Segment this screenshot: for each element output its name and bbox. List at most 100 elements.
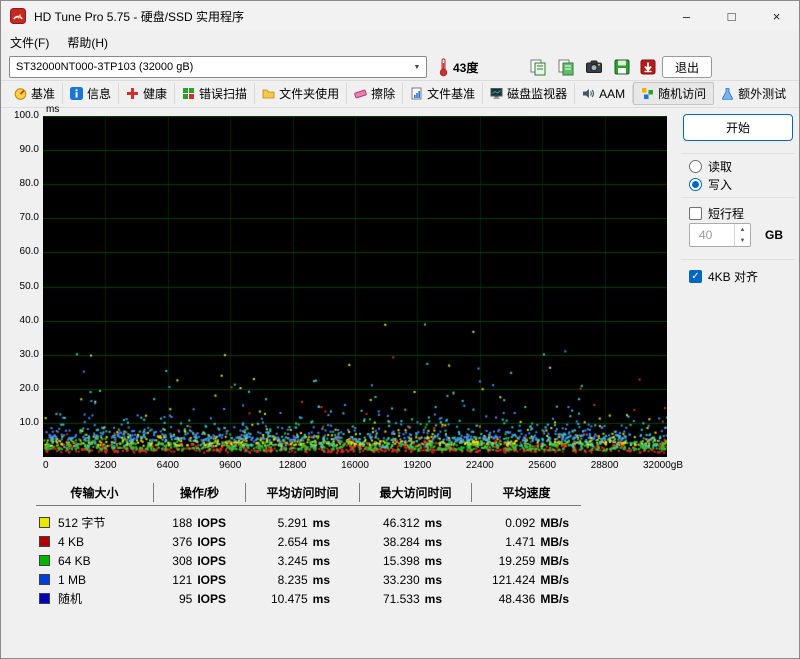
benchmark-scatter-chart (43, 116, 667, 457)
title-bar[interactable]: HD Tune Pro 5.75 - 硬盘/SSD 实用程序 – □ × (1, 1, 799, 31)
tab-label: AAM (599, 86, 626, 101)
tab-label: 文件基准 (427, 87, 476, 101)
read-label: 读取 (708, 160, 733, 174)
results-table: 传输大小 操作/秒 平均访问时间 最大访问时间 平均速度 512 字节 188 I… (36, 483, 581, 608)
stepper-buttons: ▲ ▼ (734, 224, 750, 246)
health-cross-icon (127, 88, 139, 99)
iops-cell: 376 IOPS (172, 534, 226, 549)
transfer-size-label: 1 MB (58, 572, 87, 587)
y-axis-tick-label: 60.0 (19, 246, 39, 258)
tab-erase[interactable]: 擦除 (347, 83, 404, 104)
minimize-button[interactable]: – (664, 1, 709, 31)
tab-random-access[interactable]: 随机访问 (633, 82, 715, 105)
close-button[interactable]: × (754, 1, 799, 31)
write-radio[interactable] (689, 178, 702, 191)
tab-info[interactable]: 信息 (63, 83, 120, 104)
x-axis-tick-label: 32000gB (642, 460, 684, 471)
tab-error-scan[interactable]: 错误扫描 (175, 83, 256, 104)
avg-speed-cell: 1.471 MB/s (505, 534, 569, 549)
copy-to-clipboard-button[interactable] (525, 55, 551, 79)
column-header-max-access: 最大访问时间 (360, 483, 472, 502)
speaker-icon (583, 89, 595, 98)
y-axis-tick-label: 80.0 (19, 178, 39, 190)
tab-label: 随机访问 (658, 87, 707, 101)
tab-bar: 基准 信息 健康 错误扫描 文件夹使用 擦除 文件基准 磁盘监视器 AAM 随机… (7, 82, 799, 105)
avg-access-cell: 8.235 ms (277, 572, 330, 587)
column-header-avg-access: 平均访问时间 (246, 483, 360, 502)
short-stroke-checkbox[interactable] (689, 207, 702, 220)
drive-selector-value: ST32000NT000-3TP103 (32000 gB) (16, 61, 194, 73)
tab-benchmark[interactable]: 基准 (7, 83, 64, 104)
tab-label: 健康 (143, 87, 168, 101)
tab-disk-monitor[interactable]: 磁盘监视器 (483, 83, 576, 104)
write-option[interactable]: 写入 (689, 176, 732, 193)
read-option[interactable]: 读取 (689, 158, 732, 175)
y-axis-unit-label: ms (46, 104, 60, 115)
monitor-icon (490, 88, 503, 99)
y-axis-tick-label: 50.0 (19, 280, 39, 292)
tab-file-benchmark[interactable]: 文件基准 (403, 83, 484, 104)
x-axis-tick-label: 22400 (465, 460, 494, 471)
column-header-iops: 操作/秒 (154, 483, 246, 502)
avg-speed-cell: 0.092 MB/s (505, 515, 569, 530)
copy-icon (530, 59, 546, 76)
x-axis-tick-label: 3200 (94, 460, 117, 471)
panel-separator (681, 153, 795, 154)
y-axis-tick-label: 10.0 (19, 416, 39, 428)
align-4kb-option[interactable]: ✓ 4KB 对齐 (689, 268, 758, 285)
screenshot-button[interactable] (581, 55, 607, 79)
start-button[interactable]: 开始 (683, 114, 793, 141)
update-check-button[interactable] (635, 55, 661, 79)
tab-extra-tests[interactable]: 额外测试 (714, 83, 793, 104)
menu-file[interactable]: 文件(F) (1, 32, 58, 53)
max-access-cell: 71.533 ms (382, 591, 442, 606)
stepper-down-button[interactable]: ▼ (735, 235, 750, 246)
iops-cell: 95 IOPS (178, 591, 226, 606)
align-4kb-checkbox[interactable]: ✓ (689, 270, 702, 283)
transfer-size-label: 64 KB (58, 553, 91, 568)
tab-label: 文件夹使用 (279, 87, 340, 101)
temperature-value: 43度 (453, 60, 479, 75)
max-access-cell: 38.284 ms (382, 534, 442, 549)
exit-button[interactable]: 退出 (662, 56, 712, 78)
download-icon (640, 59, 656, 75)
menu-bar: 文件(F) 帮助(H) (1, 31, 799, 53)
tab-aam[interactable]: AAM (575, 84, 634, 103)
menu-help[interactable]: 帮助(H) (58, 32, 117, 53)
toolbar-separator (1, 80, 799, 81)
short-stroke-option[interactable]: 短行程 (689, 205, 744, 222)
series-color-swatch (39, 555, 50, 566)
capacity-value[interactable]: 40 (690, 224, 734, 246)
short-stroke-label: 短行程 (708, 207, 745, 221)
y-axis-tick-label: 70.0 (19, 212, 39, 224)
avg-access-cell: 3.245 ms (277, 553, 330, 568)
max-access-cell: 46.312 ms (382, 515, 442, 530)
tab-health[interactable]: 健康 (119, 83, 176, 104)
series-color-swatch (39, 574, 50, 585)
read-radio[interactable] (689, 160, 702, 173)
capacity-unit-label: GB (765, 228, 783, 242)
x-axis-tick-label: 16000 (341, 460, 369, 471)
tab-folder-usage[interactable]: 文件夹使用 (255, 83, 348, 104)
x-axis-tick-label: 9600 (219, 460, 242, 471)
maximize-button[interactable]: □ (709, 1, 754, 31)
tab-label: 磁盘监视器 (507, 87, 568, 101)
thermometer-icon (439, 58, 448, 77)
drive-selector[interactable]: ST32000NT000-3TP103 (32000 gB) ▼ (9, 56, 427, 78)
save-results-button[interactable] (609, 55, 635, 79)
iops-cell: 121 IOPS (172, 572, 226, 587)
avg-speed-cell: 121.424 MB/s (491, 572, 569, 587)
table-row: 随机 95 IOPS 10.475 ms 71.533 ms 48.436 MB/s (36, 589, 581, 608)
x-axis-tick-label: 25600 (528, 460, 557, 471)
capacity-stepper[interactable]: 40 ▲ ▼ (689, 223, 751, 247)
copy-to-file-button[interactable] (553, 55, 579, 79)
temperature-indicator[interactable]: 43度 (438, 56, 478, 78)
results-header-row: 传输大小 操作/秒 平均访问时间 最大访问时间 平均速度 (36, 483, 581, 506)
error-scan-icon (183, 88, 195, 99)
iops-cell: 188 IOPS (172, 515, 226, 530)
stepper-up-button[interactable]: ▲ (735, 224, 750, 235)
max-access-cell: 15.398 ms (382, 553, 442, 568)
window-title: HD Tune Pro 5.75 - 硬盘/SSD 实用程序 (34, 9, 245, 24)
panel-separator (681, 259, 795, 260)
table-row: 1 MB 121 IOPS 8.235 ms 33.230 ms 121.424 MB/… (36, 570, 581, 589)
